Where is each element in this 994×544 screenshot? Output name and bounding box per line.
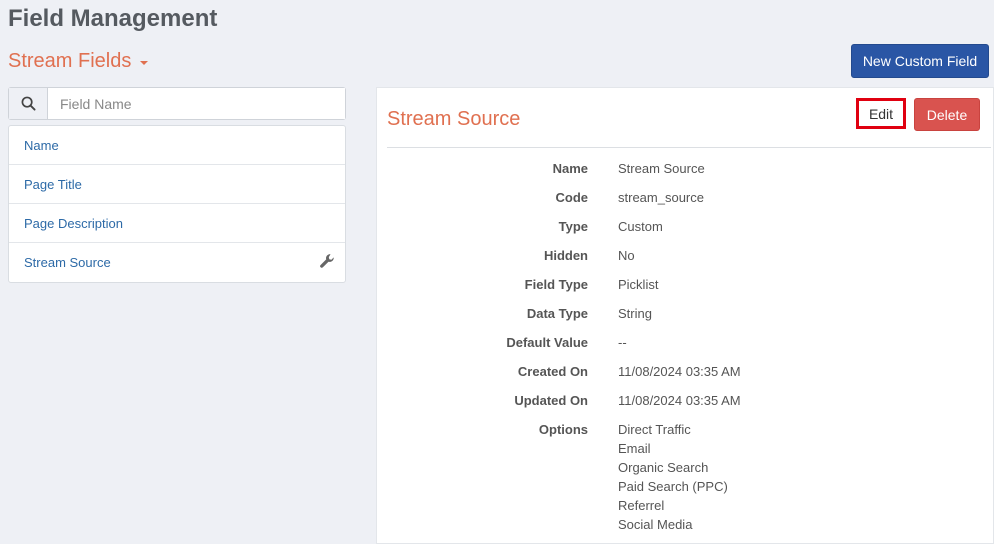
- field-item-label: Page Title: [24, 176, 82, 192]
- option-item: Email: [618, 441, 651, 456]
- detail-row-name: Name Stream Source: [377, 161, 994, 190]
- field-detail-panel: Stream Source Edit Delete Name Stream So…: [376, 87, 994, 544]
- field-list: Name Page Title Page Description Stream …: [8, 125, 346, 283]
- delete-button[interactable]: Delete: [914, 98, 980, 131]
- option-item: Organic Search: [618, 460, 709, 475]
- section-label: Stream Fields: [8, 50, 132, 72]
- detail-row-type: Type Custom: [377, 219, 994, 248]
- page-title: Field Management: [8, 5, 218, 32]
- detail-label: Field Type: [524, 277, 588, 292]
- detail-label: Data Type: [526, 306, 588, 321]
- wrench-icon[interactable]: [319, 253, 335, 272]
- detail-label: Options: [538, 422, 588, 437]
- detail-value: stream_source: [618, 190, 704, 205]
- edit-button[interactable]: Edit: [856, 98, 906, 129]
- detail-row-updated-on: Updated On 11/08/2024 03:35 AM: [377, 393, 994, 422]
- option-item: Social Media: [618, 517, 693, 532]
- stream-fields-dropdown[interactable]: Stream Fields: [8, 50, 149, 73]
- field-details: Name Stream Source Code stream_source Ty…: [377, 161, 994, 536]
- detail-value: String: [618, 306, 652, 321]
- field-item-page-description[interactable]: Page Description: [9, 204, 345, 243]
- detail-value: 11/08/2024 03:35 AM: [618, 364, 741, 379]
- detail-label: Default Value: [506, 335, 588, 350]
- detail-row-code: Code stream_source: [377, 190, 994, 219]
- field-name-search-input[interactable]: [48, 88, 345, 119]
- detail-row-field-type: Field Type Picklist: [377, 277, 994, 306]
- new-custom-field-button[interactable]: New Custom Field: [851, 44, 989, 78]
- caret-down-icon: [140, 61, 149, 65]
- search-icon: [9, 88, 48, 119]
- option-item: Paid Search (PPC): [618, 479, 728, 494]
- detail-label: Updated On: [514, 393, 588, 408]
- detail-label: Code: [555, 190, 589, 205]
- field-search: [8, 87, 346, 120]
- detail-row-default-value: Default Value --: [377, 335, 994, 364]
- field-item-label: Stream Source: [24, 255, 111, 270]
- field-item-stream-source[interactable]: Stream Source: [9, 243, 345, 282]
- field-item-name[interactable]: Name: [9, 126, 345, 165]
- option-item: Referrel: [618, 498, 665, 513]
- options-list: Direct Traffic Email Organic Search Paid…: [618, 422, 728, 536]
- detail-value: 11/08/2024 03:35 AM: [618, 393, 741, 408]
- detail-value: Picklist: [618, 277, 659, 292]
- option-item: Direct Traffic: [618, 422, 691, 437]
- detail-row-data-type: Data Type String: [377, 306, 994, 335]
- field-detail-title: Stream Source: [387, 108, 521, 130]
- field-item-label: Page Description: [24, 215, 123, 231]
- detail-label: Name: [552, 161, 588, 176]
- detail-row-created-on: Created On 11/08/2024 03:35 AM: [377, 364, 994, 393]
- field-item-label: Name: [24, 137, 59, 153]
- detail-label: Created On: [517, 364, 588, 379]
- detail-value: --: [618, 335, 627, 350]
- detail-label: Type: [558, 219, 588, 234]
- detail-row-options: Options Direct Traffic Email Organic Sea…: [377, 422, 994, 536]
- detail-row-hidden: Hidden No: [377, 248, 994, 277]
- detail-value: No: [618, 248, 635, 263]
- detail-value: Custom: [618, 219, 663, 234]
- detail-label: Hidden: [543, 248, 588, 263]
- field-item-page-title[interactable]: Page Title: [9, 165, 345, 204]
- detail-value: Stream Source: [618, 161, 705, 176]
- divider: [387, 147, 991, 148]
